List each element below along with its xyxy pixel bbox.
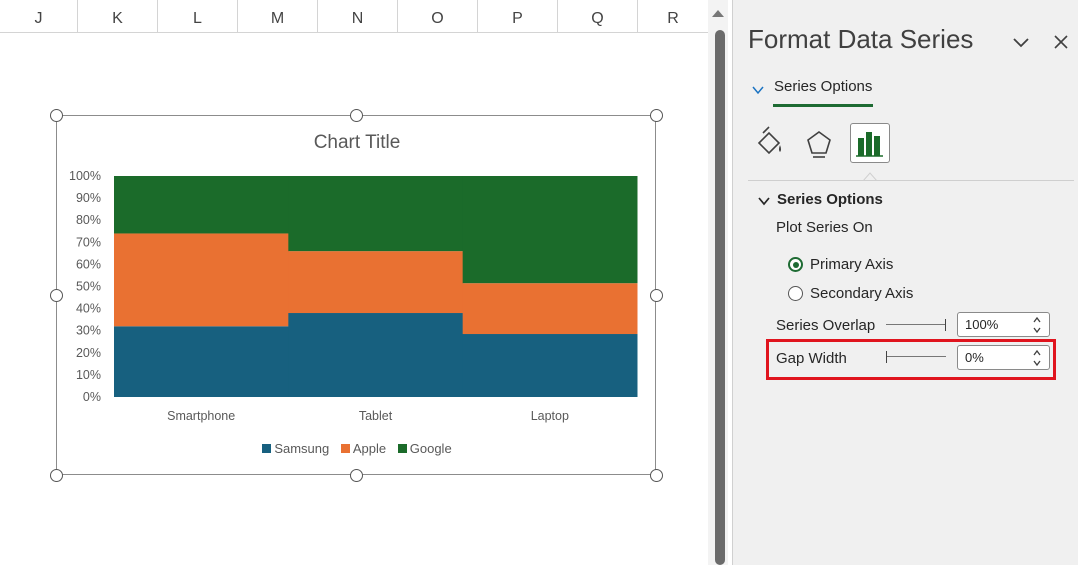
series-options-icon (856, 132, 883, 157)
resize-handle-top-right[interactable] (650, 109, 663, 122)
column-header-o[interactable]: O (398, 0, 478, 33)
bar-apple-smartphone[interactable] (114, 233, 289, 327)
y-tick-label: 30% (76, 324, 101, 338)
bar-google-tablet[interactable] (288, 176, 464, 252)
close-icon[interactable] (1049, 30, 1073, 54)
column-header-k[interactable]: K (78, 0, 158, 33)
vertical-scrollbar[interactable] (708, 0, 728, 565)
series-overlap-spinner[interactable]: 100% (957, 312, 1050, 337)
resize-handle-bottom[interactable] (350, 469, 363, 482)
slider-thumb[interactable] (945, 319, 946, 331)
chart-area[interactable]: Chart Title 0% 10% 20% 30% 40% 50% 60% 70% 80% 90%… (56, 115, 656, 475)
legend-entry-samsung[interactable]: Samsung (262, 441, 329, 456)
plot-series-on-label: Plot Series On (776, 219, 873, 236)
chevron-down-icon (758, 197, 770, 206)
legend-swatch (262, 444, 272, 453)
column-header-j[interactable]: J (0, 0, 78, 33)
gap-width-highlight-box (766, 339, 1056, 380)
y-tick-label: 70% (76, 235, 101, 249)
legend-entry-google[interactable]: Google (397, 441, 452, 456)
tab-underline (773, 104, 873, 107)
chevron-down-icon (752, 86, 764, 95)
chevron-down-icon[interactable] (1009, 30, 1033, 54)
x-tick-label: Smartphone (167, 409, 235, 423)
worksheet[interactable]: J K L M N O P Q R Chart Title 0% 10% 20% 30%… (0, 0, 708, 565)
y-tick-label: 80% (76, 213, 101, 227)
bar-samsung-smartphone[interactable] (114, 326, 289, 397)
series-overlap-value[interactable]: 100% (965, 317, 998, 332)
legend-entry-apple[interactable]: Apple (340, 441, 387, 456)
column-header-p[interactable]: P (478, 0, 558, 33)
legend-label: Google (409, 441, 452, 456)
column-header-l[interactable]: L (158, 0, 238, 33)
legend-label: Samsung (274, 441, 330, 456)
tab-label: Series Options (774, 78, 873, 95)
secondary-axis-radio[interactable] (788, 286, 803, 301)
y-tick-label: 20% (76, 346, 101, 360)
resize-handle-top[interactable] (350, 109, 363, 122)
legend-swatch (340, 444, 350, 453)
y-tick-label: 90% (76, 191, 101, 205)
column-header-row: J K L M N O P Q R (0, 0, 708, 33)
column-header-q[interactable]: Q (558, 0, 638, 33)
fill-line-icon (757, 126, 781, 155)
bar-google-laptop[interactable] (462, 176, 638, 284)
slider-track (886, 324, 946, 325)
secondary-axis-label[interactable]: Secondary Axis (810, 285, 913, 302)
pane-title: Format Data Series (748, 24, 974, 54)
fill-line-tab[interactable] (749, 123, 789, 163)
legend-label: Apple (352, 441, 387, 456)
x-tick-label: Laptop (531, 409, 569, 423)
effects-icon (807, 131, 831, 158)
resize-handle-left[interactable] (50, 289, 63, 302)
series-options-tab[interactable] (850, 123, 890, 163)
bar-apple-tablet[interactable] (288, 251, 464, 314)
y-tick-label: 0% (83, 390, 101, 404)
series-overlap-slider[interactable] (886, 319, 946, 331)
spin-up-icon[interactable] (1032, 316, 1042, 324)
y-tick-label: 60% (76, 257, 101, 271)
primary-axis-label[interactable]: Primary Axis (810, 256, 893, 273)
column-header-n[interactable]: N (318, 0, 398, 33)
y-tick-label: 50% (76, 280, 101, 294)
y-tick-label: 40% (76, 302, 101, 316)
bar-samsung-laptop[interactable] (462, 334, 638, 397)
format-data-series-pane: Format Data Series Series Options Series… (733, 0, 1078, 565)
bar-apple-laptop[interactable] (462, 283, 638, 335)
section-divider (748, 180, 1074, 181)
chart-title: Chart Title (314, 132, 401, 153)
series-overlap-label: Series Overlap (776, 317, 876, 334)
y-tick-label: 10% (76, 368, 101, 382)
chart-plot[interactable]: Chart Title 0% 10% 20% 30% 40% 50% 60% 70% 80% 90%… (57, 116, 657, 476)
section-title: Series Options (777, 191, 883, 208)
scroll-up-arrow-icon[interactable] (712, 10, 724, 17)
resize-handle-top-left[interactable] (50, 109, 63, 122)
spin-down-icon[interactable] (1032, 326, 1042, 334)
column-header-r[interactable]: R (638, 0, 708, 33)
resize-handle-bottom-right[interactable] (650, 469, 663, 482)
effects-tab[interactable] (799, 123, 839, 163)
y-tick-label: 100% (69, 169, 101, 183)
chart-legend[interactable]: Samsung Apple Google (57, 441, 657, 456)
primary-axis-radio[interactable] (788, 257, 803, 272)
bar-samsung-tablet[interactable] (288, 313, 464, 397)
x-tick-label: Tablet (359, 409, 393, 423)
bar-google-smartphone[interactable] (114, 176, 289, 234)
legend-swatch (397, 444, 407, 453)
resize-handle-bottom-left[interactable] (50, 469, 63, 482)
scrollbar-thumb[interactable] (715, 30, 725, 565)
resize-handle-right[interactable] (650, 289, 663, 302)
column-header-m[interactable]: M (238, 0, 318, 33)
